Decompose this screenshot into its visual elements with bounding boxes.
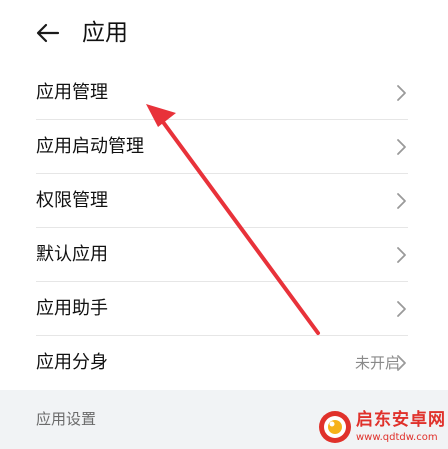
list-item-label: 默认应用 [36, 244, 108, 265]
settings-list: 应用管理 应用启动管理 权限管理 默认应用 应用助手 应用分身 未开启 [0, 66, 448, 390]
watermark-logo-icon [319, 411, 351, 443]
list-item-label: 应用分身 [36, 352, 108, 373]
chevron-right-icon [397, 139, 406, 155]
watermark-url: www.qdtdw.com [356, 432, 438, 443]
chevron-right-icon [397, 85, 406, 101]
watermark-title: 启东安卓网 [356, 410, 446, 430]
section-header: 应用设置 [36, 410, 97, 428]
app-header: 应用 [0, 0, 448, 66]
list-item-label: 权限管理 [36, 190, 108, 211]
chevron-right-icon [397, 247, 406, 263]
list-item-label: 应用助手 [36, 298, 108, 319]
list-item-label: 应用启动管理 [36, 136, 144, 157]
page-title: 应用 [82, 20, 128, 46]
back-button[interactable] [34, 20, 62, 46]
watermark: 启东安卓网 www.qdtdw.com [318, 406, 446, 448]
chevron-right-icon [397, 355, 406, 371]
status-value: 未开启 [354, 354, 400, 372]
list-item-app-launch-management[interactable]: 应用启动管理 [0, 120, 448, 174]
list-item-permission-management[interactable]: 权限管理 [0, 174, 448, 228]
list-item-app-management[interactable]: 应用管理 [0, 66, 448, 120]
back-arrow-icon [36, 23, 60, 43]
chevron-right-icon [397, 301, 406, 317]
list-item-app-assistant[interactable]: 应用助手 [0, 282, 448, 336]
chevron-right-icon [397, 193, 406, 209]
list-item-app-twin[interactable]: 应用分身 未开启 [0, 336, 448, 390]
list-item-label: 应用管理 [36, 82, 108, 103]
list-item-default-apps[interactable]: 默认应用 [0, 228, 448, 282]
